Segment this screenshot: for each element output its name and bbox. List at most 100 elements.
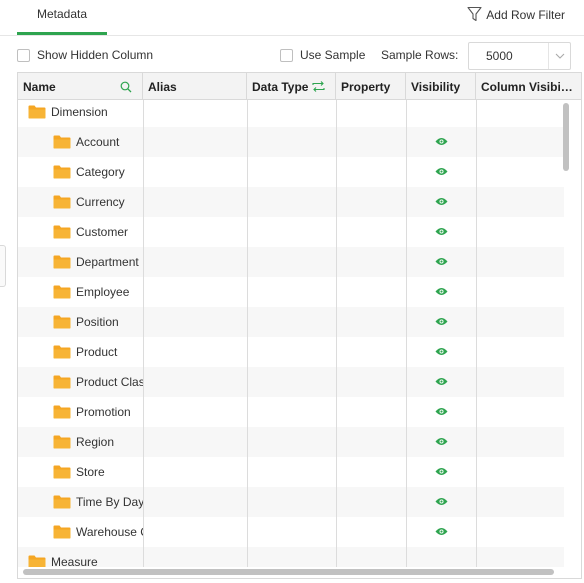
table-row[interactable]: Product Clas (18, 367, 564, 397)
eye-icon[interactable] (435, 377, 448, 386)
show-hidden-column-checkbox[interactable]: Show Hidden Column (17, 48, 153, 62)
side-panel-collapse-handle[interactable] (0, 245, 6, 287)
column-header-column-visibility[interactable]: Column Visibi… (476, 73, 581, 100)
eye-icon[interactable] (435, 167, 448, 176)
eye-icon[interactable] (435, 467, 448, 476)
column-divider (336, 100, 337, 567)
column-header-label: Data Type (252, 79, 309, 94)
table-row[interactable]: Product (18, 337, 564, 367)
active-tab-indicator (17, 32, 107, 35)
name-cell[interactable]: Category (53, 157, 143, 187)
column-divider (247, 100, 248, 567)
name-cell[interactable]: Promotion (53, 397, 143, 427)
horizontal-scrollbar-thumb[interactable] (23, 569, 554, 575)
name-cell[interactable]: Currency (53, 187, 143, 217)
name-cell[interactable]: Time By Day (53, 487, 143, 517)
folder-icon (53, 375, 71, 389)
name-cell[interactable]: Store (53, 457, 143, 487)
folder-icon (53, 405, 71, 419)
table-row[interactable]: Promotion (18, 397, 564, 427)
row-name: Employee (76, 285, 130, 299)
eye-icon[interactable] (435, 317, 448, 326)
search-icon[interactable] (120, 81, 132, 93)
row-name: Warehouse C (76, 525, 143, 539)
row-name: Account (76, 135, 120, 149)
horizontal-scrollbar-track[interactable] (18, 567, 581, 578)
table-row[interactable]: Warehouse C (18, 517, 564, 547)
eye-icon[interactable] (435, 347, 448, 356)
tab-metadata[interactable]: Metadata (17, 0, 107, 36)
table-row[interactable]: Position (18, 307, 564, 337)
table-row[interactable]: Dimension (18, 100, 564, 127)
row-name: Product Clas (76, 375, 143, 389)
folder-icon (53, 285, 71, 299)
row-name: Position (76, 315, 119, 329)
column-header-data-type[interactable]: Data Type (247, 73, 336, 100)
eye-icon[interactable] (435, 437, 448, 446)
sample-rows-select[interactable]: 5000 (468, 42, 571, 70)
show-hidden-column-label: Show Hidden Column (37, 48, 154, 62)
eye-icon[interactable] (435, 497, 448, 506)
table-row[interactable]: Employee (18, 277, 564, 307)
column-divider (143, 100, 144, 567)
row-name: Category (76, 165, 125, 179)
name-cell[interactable]: Customer (53, 217, 143, 247)
add-row-filter-button[interactable]: Add Row Filter (467, 6, 565, 24)
row-name: Currency (76, 195, 125, 209)
table-row[interactable]: Department (18, 247, 564, 277)
eye-icon[interactable] (435, 197, 448, 206)
folder-icon (53, 315, 71, 329)
column-header-name[interactable]: Name (18, 73, 143, 100)
name-cell[interactable]: Product (53, 337, 143, 367)
name-cell[interactable]: Employee (53, 277, 143, 307)
use-sample-checkbox[interactable]: Use Sample (280, 48, 365, 62)
eye-icon[interactable] (435, 407, 448, 416)
table-row[interactable]: Account (18, 127, 564, 157)
table-row[interactable]: Store (18, 457, 564, 487)
funnel-icon (467, 6, 482, 25)
checkbox-box[interactable] (17, 48, 30, 62)
table-row[interactable]: Category (18, 157, 564, 187)
sample-rows-label: Sample Rows: (381, 48, 459, 62)
vertical-scrollbar-thumb[interactable] (563, 103, 569, 171)
name-cell[interactable]: Dimension (28, 100, 143, 127)
eye-icon[interactable] (435, 137, 448, 146)
row-name: Dimension (51, 105, 108, 119)
name-cell[interactable]: Position (53, 307, 143, 337)
checkbox-box[interactable] (280, 48, 293, 62)
folder-icon (53, 435, 71, 449)
table-row[interactable]: Customer (18, 217, 564, 247)
name-cell[interactable]: Department (53, 247, 143, 277)
name-cell[interactable]: Product Clas (53, 367, 143, 397)
swap-icon[interactable] (312, 81, 326, 92)
folder-icon (53, 255, 71, 269)
row-name: Time By Day (76, 495, 143, 509)
column-divider (476, 100, 477, 567)
name-cell[interactable]: Measure (28, 547, 143, 567)
column-header-visibility[interactable]: Visibility (406, 73, 476, 100)
column-header-label: Name (23, 79, 56, 94)
row-name: Department (76, 255, 139, 269)
folder-icon (53, 195, 71, 209)
name-cell[interactable]: Account (53, 127, 143, 157)
row-name: Region (76, 435, 115, 449)
column-header-alias[interactable]: Alias (143, 73, 247, 100)
chevron-down-icon[interactable] (548, 43, 570, 69)
table-row[interactable]: Currency (18, 187, 564, 217)
folder-icon (53, 495, 71, 509)
folder-icon (53, 225, 71, 239)
sample-rows-value[interactable]: 5000 (469, 49, 548, 63)
folder-icon (28, 555, 46, 567)
eye-icon[interactable] (435, 257, 448, 266)
table-row[interactable]: Measure (18, 547, 564, 567)
column-header-property[interactable]: Property (336, 73, 406, 100)
top-tab-bar: Metadata Add Row Filter (0, 0, 584, 36)
table-row[interactable]: Region (18, 427, 564, 457)
eye-icon[interactable] (435, 527, 448, 536)
add-row-filter-label: Add Row Filter (486, 8, 565, 22)
eye-icon[interactable] (435, 287, 448, 296)
name-cell[interactable]: Region (53, 427, 143, 457)
table-row[interactable]: Time By Day (18, 487, 564, 517)
eye-icon[interactable] (435, 227, 448, 236)
name-cell[interactable]: Warehouse C (53, 517, 143, 547)
